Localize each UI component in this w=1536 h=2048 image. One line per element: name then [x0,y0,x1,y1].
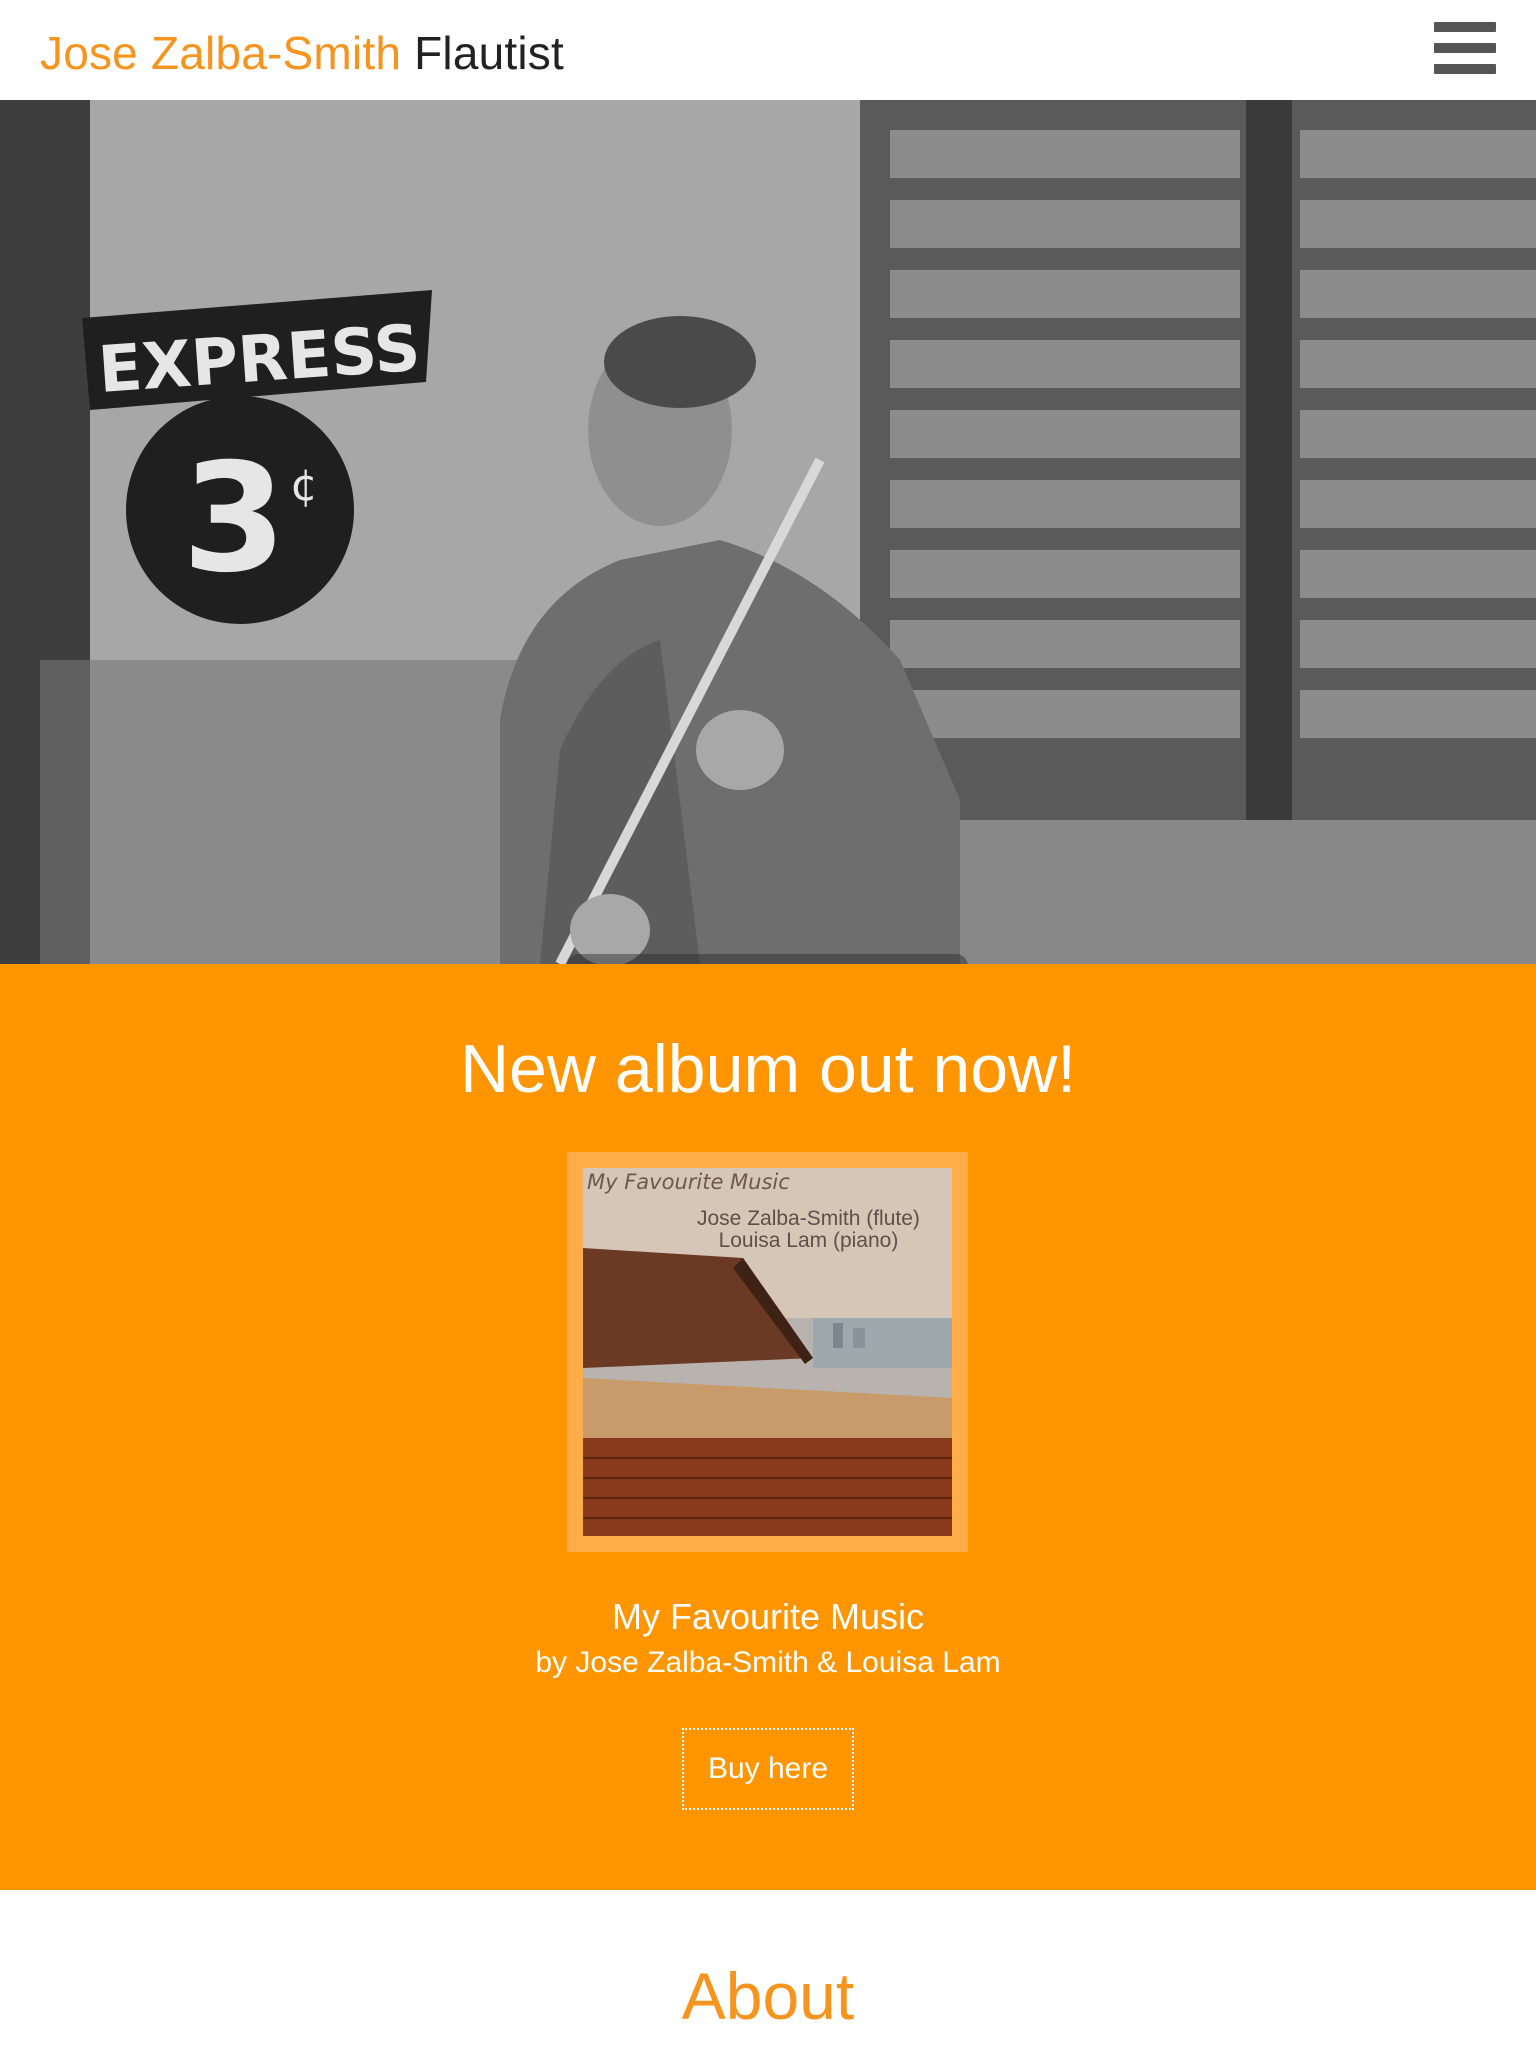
album-cover-frame[interactable]: My Favourite Music Jose Zalba-Smith (flu… [567,1152,968,1552]
hero-slideshow: EXPRESS 3 ¢ [0,100,1536,964]
cover-text: My Favourite Music [587,1170,790,1194]
menu-bar [1434,43,1496,53]
hero-photo: EXPRESS 3 ¢ [0,100,1536,964]
slideshow-dots [567,954,968,964]
brand-name: Jose Zalba-Smith [40,27,402,79]
menu-bar [1434,64,1496,74]
svg-text:3: 3 [182,432,286,606]
album-cover: My Favourite Music Jose Zalba-Smith (flu… [583,1168,952,1536]
cover-credits: Jose Zalba-Smith (flute) Louisa Lam (pia… [697,1208,920,1252]
cover-title: My Favourite Music [587,1170,790,1194]
brand-role: Flautist [414,27,564,79]
buy-here-button[interactable]: Buy here [682,1728,854,1810]
album-title: My Favourite Music [611,1596,925,1637]
hamburger-menu-icon[interactable] [1434,20,1496,76]
site-header: Jose Zalba-Smith Flautist [0,0,1536,100]
site-brand[interactable]: Jose Zalba-Smith Flautist [40,26,564,80]
menu-bar [1434,22,1496,32]
about-section: About [0,1890,1536,2048]
new-album-section: New album out now! My Favourite Music Jo… [0,964,1536,1890]
album-heading: New album out now! [459,1031,1077,1107]
svg-text:¢: ¢ [290,460,318,511]
album-byline: by Jose Zalba-Smith & Louisa Lam [535,1646,1001,1679]
about-heading: About [681,1959,855,2033]
cover-credit-flute: Jose Zalba-Smith (flute) [697,1207,920,1230]
cover-credit-piano: Louisa Lam (piano) [718,1229,899,1252]
